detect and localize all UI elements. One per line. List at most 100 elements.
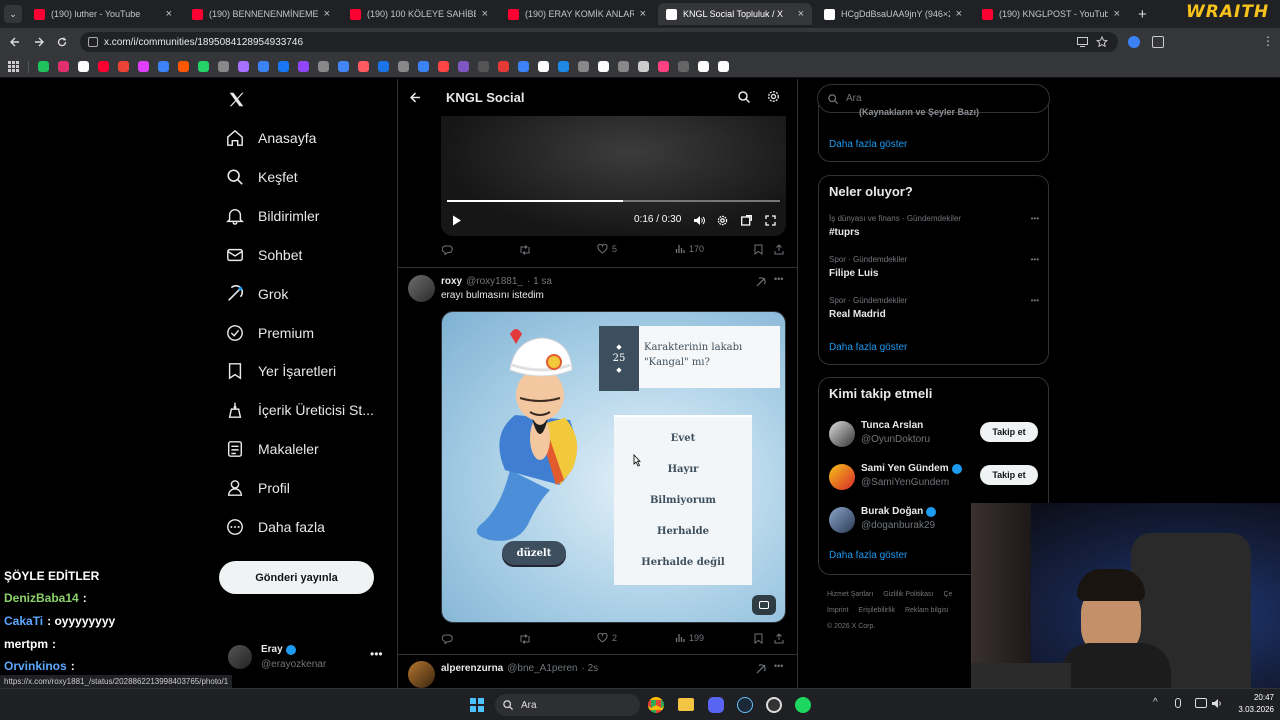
tab-close-icon[interactable]: ×	[640, 8, 646, 20]
reply-icon[interactable]	[442, 634, 453, 644]
forward-icon[interactable]	[34, 37, 44, 47]
bookmark-favicon-icon[interactable]	[58, 61, 69, 72]
bookmark-favicon-icon[interactable]	[338, 61, 349, 72]
x-logo-icon[interactable]	[228, 91, 245, 108]
bookmark-favicon-icon[interactable]	[598, 61, 609, 72]
answer-option[interactable]: Bilmiyorum	[614, 485, 752, 516]
volume-icon[interactable]	[693, 215, 705, 226]
show-more-link[interactable]: Daha fazla göster	[829, 139, 907, 150]
sidebar-item-makaleler[interactable]: Makaleler	[226, 440, 319, 458]
bookmark-favicon-icon[interactable]	[478, 61, 489, 72]
bookmark-favicon-icon[interactable]	[418, 61, 429, 72]
image-zoom-icon[interactable]	[752, 595, 776, 615]
browser-tab[interactable]: (190) ERAY KOMİK ANLAR 4 - / ×	[500, 3, 654, 25]
install-icon[interactable]	[1077, 37, 1088, 47]
bookmark-favicon-icon[interactable]	[278, 61, 289, 72]
browser-menu-icon[interactable]: ⋮	[1262, 34, 1274, 48]
account-more-icon[interactable]: •••	[370, 647, 383, 661]
site-info-icon[interactable]	[88, 37, 98, 47]
bookmark-favicon-icon[interactable]	[658, 61, 669, 72]
trend-item[interactable]: İş dünyası ve finans · Gündemdekiler #tup…	[829, 214, 1039, 238]
pip-icon[interactable]	[741, 215, 752, 226]
new-tab-button[interactable]: +	[1138, 6, 1147, 23]
play-icon[interactable]	[452, 215, 462, 226]
sidebar-item-premium[interactable]: Premium	[226, 324, 314, 342]
bookmark-favicon-icon[interactable]	[638, 61, 649, 72]
extensions-puzzle-icon[interactable]	[1152, 36, 1164, 48]
video-player[interactable]: 0:16 / 0:30	[441, 116, 786, 236]
bookmark-favicon-icon[interactable]	[718, 61, 729, 72]
tab-list-button[interactable]: ⌄	[4, 5, 22, 23]
answer-option[interactable]: Herhalde	[614, 516, 752, 547]
follow-suggestion[interactable]: Sami Yen Gündem @SamiYenGundem Takip et	[819, 461, 1048, 495]
video-settings-icon[interactable]	[717, 215, 728, 226]
bookmark-favicon-icon[interactable]	[378, 61, 389, 72]
bookmark-favicon-icon[interactable]	[438, 61, 449, 72]
bookmark-favicon-icon[interactable]	[98, 61, 109, 72]
speaker-icon[interactable]	[1211, 698, 1223, 709]
views-stat[interactable]: 170	[675, 244, 704, 254]
footer-link[interactable]: Imprint	[827, 603, 848, 619]
spotify-taskbar-icon[interactable]	[795, 697, 811, 713]
post-time[interactable]: · 1 sa	[527, 276, 552, 287]
bookmark-favicon-icon[interactable]	[218, 61, 229, 72]
trend-more-icon[interactable]: •••	[1031, 255, 1039, 264]
trend-more-icon[interactable]: •••	[1031, 296, 1039, 305]
footer-link[interactable]: Hizmet Şartları	[827, 587, 873, 603]
bookmark-icon[interactable]	[754, 633, 763, 644]
browser-tab[interactable]: HCgDdBsaUAA9jnY (946×2048) ×	[816, 3, 970, 25]
browser-tab[interactable]: (190) KNGLPOST - YouTube ×	[974, 3, 1128, 25]
clock-time[interactable]: 20:47	[1234, 693, 1274, 702]
show-more-link[interactable]: Daha fazla göster	[829, 550, 907, 561]
trend-item[interactable]: Spor · Gündemdekiler Filipe Luis •••	[829, 255, 1039, 279]
follow-suggestion[interactable]: Tunca Arslan @OyunDoktoru Takip et	[819, 418, 1048, 452]
sidebar-item-sohbet[interactable]: Sohbet	[226, 246, 302, 264]
footer-link[interactable]: Çe	[943, 587, 952, 603]
account-switcher[interactable]: Eray @erayozkenar •••	[226, 642, 386, 676]
clock-date[interactable]: 3.03.2026	[1226, 705, 1274, 714]
tab-close-icon[interactable]: ×	[482, 8, 488, 20]
repost-icon[interactable]	[519, 634, 531, 644]
sidebar-item-anasayfa[interactable]: Anasayfa	[226, 129, 316, 147]
post-image[interactable]: ◆ 25 ◆ Karakterinin lakabı "Kangal" mı? …	[441, 311, 786, 623]
bookmark-favicon-icon[interactable]	[558, 61, 569, 72]
bookmark-favicon-icon[interactable]	[318, 61, 329, 72]
sidebar-item-grok[interactable]: Grok	[226, 284, 288, 303]
repost-icon[interactable]	[519, 245, 531, 255]
footer-link[interactable]: Gizlilik Politikası	[883, 587, 933, 603]
bookmark-favicon-icon[interactable]	[498, 61, 509, 72]
sidebar-item-i-çerik-üreticisi-st-[interactable]: İçerik Üreticisi St...	[226, 401, 374, 419]
answer-option[interactable]: Herhalde değil	[614, 547, 752, 578]
video-progress-track[interactable]	[447, 200, 780, 202]
bookmark-favicon-icon[interactable]	[358, 61, 369, 72]
bookmark-favicon-icon[interactable]	[178, 61, 189, 72]
bookmark-favicon-icon[interactable]	[458, 61, 469, 72]
sidebar-item-daha-fazla[interactable]: Daha fazla	[226, 518, 325, 536]
tray-chevron-icon[interactable]: ^	[1153, 697, 1158, 708]
answer-option[interactable]: Evet	[614, 423, 752, 454]
bookmark-icon[interactable]	[754, 244, 763, 255]
bookmark-favicon-icon[interactable]	[158, 61, 169, 72]
post-author-handle[interactable]: @bne_A1peren	[507, 663, 577, 674]
follow-button[interactable]: Takip et	[980, 465, 1038, 485]
bookmark-favicon-icon[interactable]	[78, 61, 89, 72]
bookmark-favicon-icon[interactable]	[398, 61, 409, 72]
post-author-handle[interactable]: @roxy1881_	[466, 276, 523, 287]
like-stat[interactable]: 5	[597, 244, 617, 254]
post-time[interactable]: · 2s	[581, 663, 598, 674]
views-stat[interactable]: 199	[675, 633, 704, 643]
chrome-taskbar-icon[interactable]	[648, 697, 664, 713]
back-arrow-icon[interactable]	[410, 92, 421, 103]
tab-close-icon[interactable]: ×	[1114, 8, 1120, 20]
network-icon[interactable]	[1195, 698, 1207, 708]
browser-tab[interactable]: (190) 100 KÖLEYE SAHİBELİK YA ×	[342, 3, 496, 25]
bookmark-favicon-icon[interactable]	[198, 61, 209, 72]
sidebar-item-profil[interactable]: Profil	[226, 479, 290, 497]
bookmark-favicon-icon[interactable]	[258, 61, 269, 72]
post-author-name[interactable]: roxy	[441, 276, 462, 287]
post-more-icon[interactable]: •••	[774, 274, 783, 284]
bookmark-favicon-icon[interactable]	[538, 61, 549, 72]
search-icon[interactable]	[738, 91, 750, 103]
sidebar-item-keşfet[interactable]: Keşfet	[226, 168, 298, 186]
footer-link[interactable]: Erişilebilirlik	[858, 603, 895, 619]
